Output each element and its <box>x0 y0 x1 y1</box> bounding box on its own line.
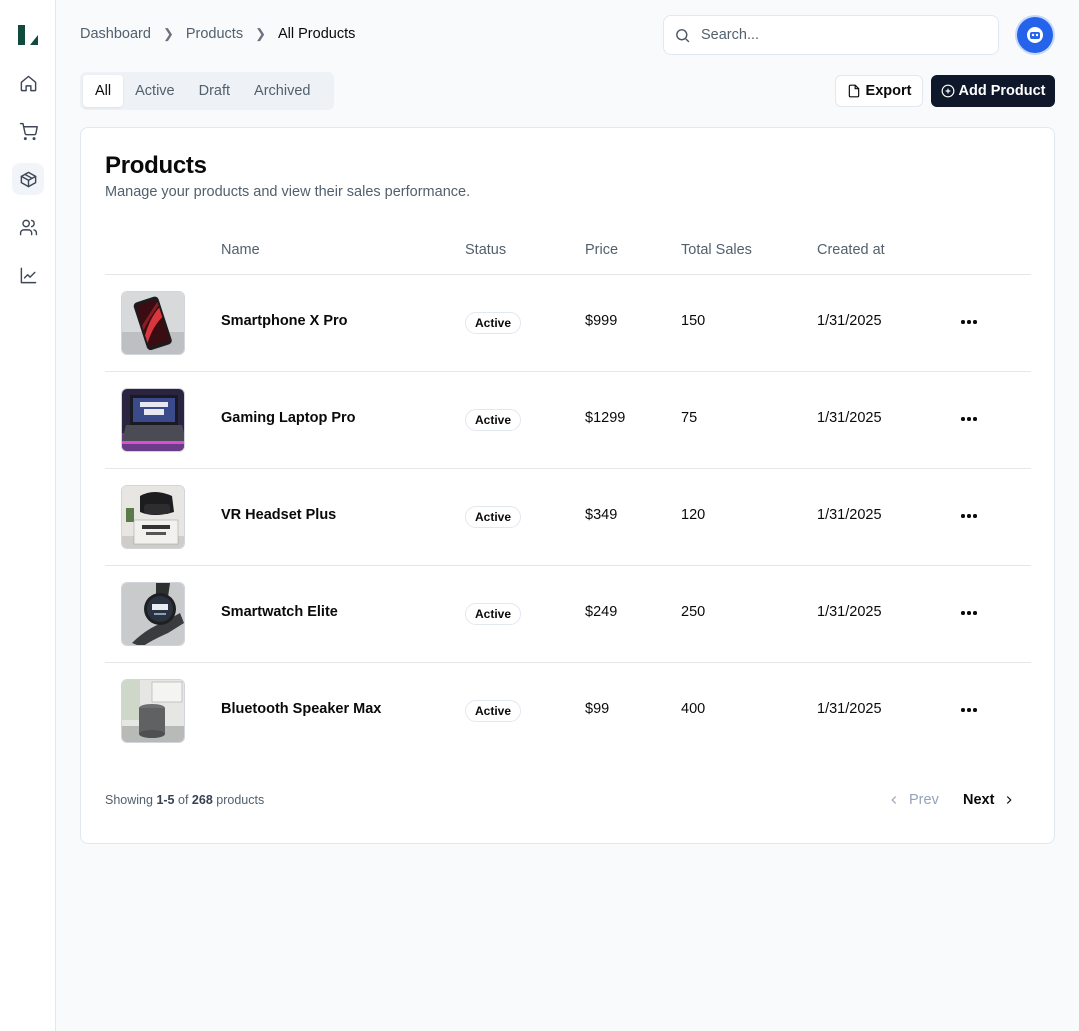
column-created-at: Created at <box>817 242 885 258</box>
product-sales: 250 <box>681 604 706 620</box>
showing-label: Showing <box>105 793 153 807</box>
tab-draft[interactable]: Draft <box>187 75 242 107</box>
product-sales: 400 <box>681 701 706 717</box>
add-product-button[interactable]: Add Product <box>931 75 1055 107</box>
sidebar-item-customers[interactable] <box>12 211 44 243</box>
more-actions-button[interactable] <box>955 504 983 528</box>
tab-archived[interactable]: Archived <box>242 75 322 107</box>
product-name: VR Headset Plus <box>221 507 337 523</box>
export-button[interactable]: Export <box>835 75 923 107</box>
table-row: Gaming Laptop Pro Active $1299 75 1/31/2… <box>105 372 1031 469</box>
of-label: of <box>178 793 189 807</box>
product-name: Gaming Laptop Pro <box>221 410 356 426</box>
tab-active[interactable]: Active <box>123 75 187 107</box>
user-avatar-icon <box>1027 27 1043 43</box>
topbar: Dashboard ❯ Products ❯ All Products <box>56 0 1079 70</box>
status-badge: Active <box>465 603 522 625</box>
export-label: Export <box>865 83 912 99</box>
add-product-label: Add Product <box>958 83 1046 99</box>
users-icon <box>19 219 37 235</box>
product-image <box>121 485 185 549</box>
product-price: $349 <box>585 507 618 523</box>
product-created: 1/31/2025 <box>817 701 882 717</box>
total-count: 268 <box>191 793 213 807</box>
column-name: Name <box>221 242 260 258</box>
table-row: Smartwatch Elite Active $249 250 1/31/20… <box>105 566 1031 663</box>
product-name: Smartwatch Elite <box>221 604 338 620</box>
status-badge: Active <box>465 700 522 722</box>
product-price: $99 <box>585 701 610 717</box>
table-row: Smartphone X Pro Active $999 150 1/31/20… <box>105 275 1031 372</box>
product-price: $1299 <box>585 410 626 426</box>
column-status: Status <box>465 242 507 258</box>
product-created: 1/31/2025 <box>817 507 882 523</box>
status-badge: Active <box>465 312 522 334</box>
products-label: products <box>216 793 265 807</box>
product-sales: 75 <box>681 410 698 426</box>
sidebar-item-dashboard[interactable] <box>12 67 44 99</box>
search-input[interactable] <box>701 27 981 43</box>
showing-range: 1-5 <box>156 793 175 807</box>
prev-button[interactable]: Prev <box>887 792 939 808</box>
product-image <box>121 291 185 355</box>
chevron-right-icon: ❯ <box>162 26 174 41</box>
next-button[interactable]: Next <box>963 792 1016 808</box>
product-image <box>121 679 185 743</box>
chevron-left-icon <box>891 796 897 804</box>
home-icon <box>20 75 36 91</box>
page-title: Products <box>105 152 207 179</box>
file-icon <box>848 84 859 98</box>
product-name: Bluetooth Speaker Max <box>221 701 382 717</box>
breadcrumb-current: All Products <box>277 26 356 42</box>
product-price: $249 <box>585 604 618 620</box>
status-tabs: All Active Draft Archived <box>80 72 334 110</box>
status-badge: Active <box>465 506 522 528</box>
next-label: Next <box>963 792 995 808</box>
product-created: 1/31/2025 <box>817 410 882 426</box>
tab-all[interactable]: All <box>83 75 124 107</box>
empty-area <box>56 844 1079 1031</box>
product-price: $999 <box>585 313 618 329</box>
chevron-right-icon <box>1007 796 1013 804</box>
product-created: 1/31/2025 <box>817 313 882 329</box>
prev-label: Prev <box>909 792 939 808</box>
package-icon <box>20 171 36 187</box>
avatar[interactable] <box>1017 17 1053 53</box>
sidebar-item-orders[interactable] <box>12 115 44 147</box>
product-image <box>121 388 185 452</box>
more-actions-button[interactable] <box>955 698 983 722</box>
logo[interactable] <box>18 25 39 46</box>
breadcrumb: Dashboard ❯ Products ❯ All Products <box>80 26 355 42</box>
sidebar <box>0 0 56 1031</box>
status-badge: Active <box>465 409 522 431</box>
column-price: Price <box>585 242 619 258</box>
product-name: Smartphone X Pro <box>221 313 348 329</box>
table-row: Bluetooth Speaker Max Active $99 400 1/3… <box>105 663 1031 760</box>
pagination-summary: Showing 1-5 of 268 products <box>105 793 264 807</box>
products-card: Products Manage your products and view t… <box>80 127 1055 844</box>
breadcrumb-dashboard[interactable]: Dashboard <box>80 26 151 42</box>
product-sales: 150 <box>681 313 706 329</box>
more-actions-button[interactable] <box>955 310 983 334</box>
more-actions-button[interactable] <box>955 601 983 625</box>
chart-icon <box>20 267 36 283</box>
product-image <box>121 582 185 646</box>
product-sales: 120 <box>681 507 706 523</box>
search-icon <box>676 28 690 42</box>
plus-circle-icon <box>941 84 954 98</box>
sidebar-item-products[interactable] <box>12 163 44 195</box>
breadcrumb-products[interactable]: Products <box>186 26 243 42</box>
cart-icon <box>19 122 38 140</box>
chevron-right-icon: ❯ <box>255 26 266 41</box>
search-box[interactable] <box>663 15 999 55</box>
page-description: Manage your products and view their sale… <box>105 184 471 200</box>
column-total-sales: Total Sales <box>681 242 752 258</box>
table-row: VR Headset Plus Active $349 120 1/31/202… <box>105 469 1031 566</box>
product-created: 1/31/2025 <box>817 604 882 620</box>
table-header: Name Status Price Total Sales Created at <box>105 228 1031 275</box>
sidebar-item-analytics[interactable] <box>12 259 44 291</box>
more-actions-button[interactable] <box>955 407 983 431</box>
main-content: Dashboard ❯ Products ❯ All Products All … <box>56 0 1079 844</box>
